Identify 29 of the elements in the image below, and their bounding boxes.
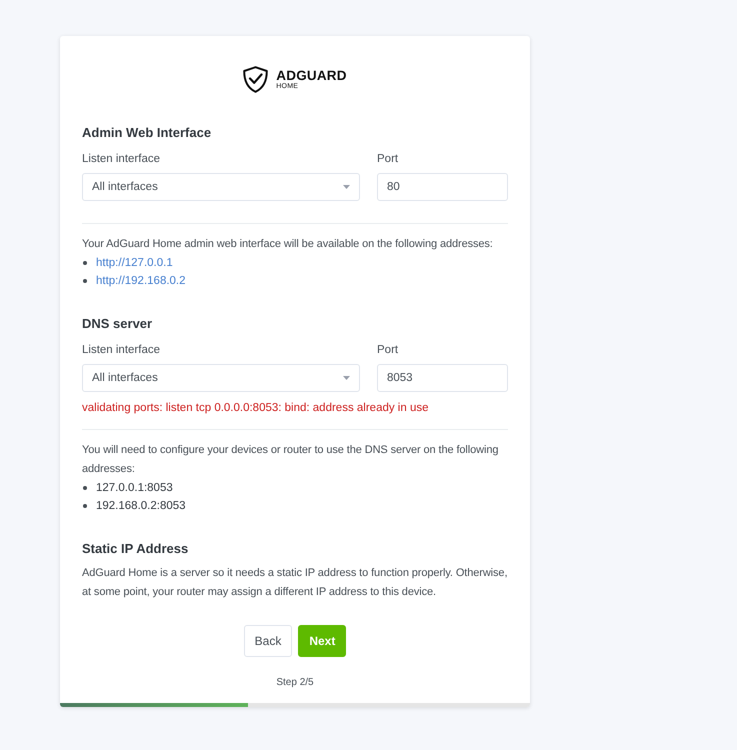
address-link[interactable]: http://127.0.0.1 [96, 257, 173, 269]
section-title: Static IP Address [82, 540, 188, 558]
section-title: DNS server [82, 315, 152, 333]
section-title: Admin Web Interface [82, 124, 212, 142]
caret-icon [343, 376, 350, 380]
error-message: validating ports: listen tcp 0.0.0.0:8053: bind: address already in use [82, 401, 428, 416]
port-input[interactable]: 8053 [377, 364, 508, 392]
address-text: 127.0.0.1:8053 [96, 482, 173, 494]
bullet-icon [83, 486, 87, 490]
address-text: 192.168.0.2:8053 [96, 500, 186, 512]
bullet-icon [83, 279, 87, 283]
info-text: AdGuard Home is a server so it needs a static IP address to function properly. Otherwise, at some point, your router may assign a different IP address to this device. [82, 566, 508, 600]
info-text: You will need to configure your devices or router to use the DNS server on the following addresses: [82, 443, 500, 477]
step-indicator: Step 2/5 [276, 676, 314, 690]
field-label: Listen interface [82, 343, 160, 358]
shield-check-icon [243, 66, 268, 92]
field-label: Port [377, 152, 398, 167]
field-label: Listen interface [82, 152, 160, 167]
interface-select[interactable]: All interfaces [82, 364, 360, 392]
bullet-icon [83, 504, 87, 508]
bullet-icon [83, 261, 87, 265]
port-input[interactable]: 80 [377, 173, 508, 201]
info-text: Your AdGuard Home admin web interface will be available on the following addresses: [82, 237, 494, 252]
logo-name: ADGUARD [276, 68, 347, 82]
field-label: Port [377, 343, 398, 358]
address-link[interactable]: http://192.168.0.2 [96, 275, 186, 287]
interface-select[interactable]: All interfaces [82, 173, 360, 201]
caret-icon [343, 185, 350, 189]
back-button[interactable]: Back [244, 625, 292, 657]
